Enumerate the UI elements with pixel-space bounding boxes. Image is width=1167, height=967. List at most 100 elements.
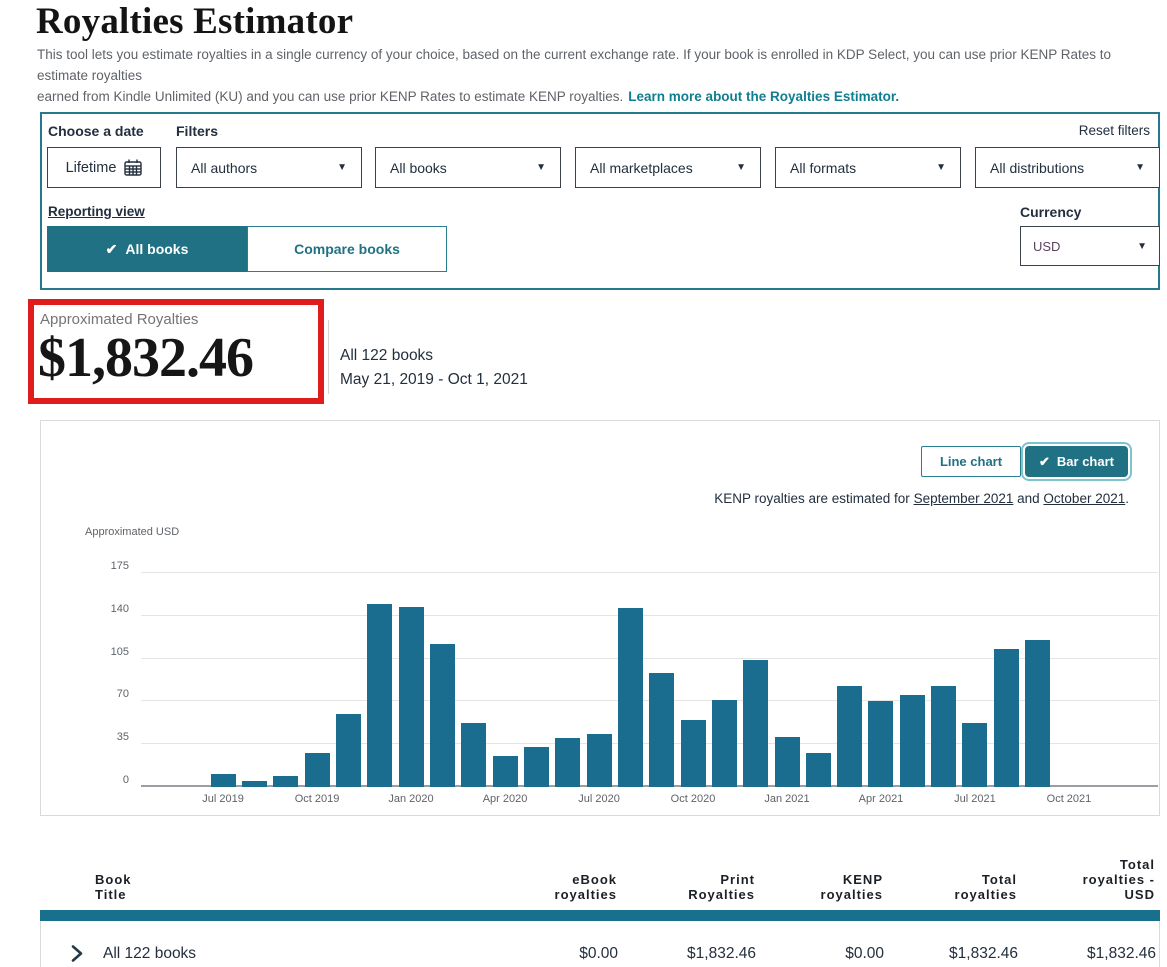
marketplaces-filter-dropdown[interactable]: All marketplaces ▼ [575, 147, 761, 188]
currency-dropdown[interactable]: USD ▼ [1020, 226, 1160, 266]
row-ebook-royalties: $0.00 [488, 945, 618, 963]
learn-more-link[interactable]: Learn more about the Royalties Estimator… [628, 89, 899, 104]
formats-filter-value: All formats [790, 160, 856, 176]
summary-divider [328, 320, 329, 394]
tab-all-books-label: All books [125, 241, 188, 257]
x-tick-label-apr-2020: Apr 2020 [465, 793, 545, 805]
chart-card: Line chart ✔ Bar chart KENP royalties ar… [40, 420, 1160, 816]
tab-compare-books[interactable]: Compare books [247, 226, 447, 272]
reporting-view-label: Reporting view [48, 204, 145, 219]
filters-label: Filters [176, 123, 218, 139]
table-row: All 122 books $0.00 $1,832.46 $0.00 $1,8… [40, 921, 1160, 967]
col-header-print-royalties: Print Royalties [625, 872, 755, 902]
bar-mar-2020 [461, 723, 486, 787]
currency-label: Currency [1020, 204, 1081, 220]
x-tick-label-oct-2021: Oct 2021 [1029, 793, 1109, 805]
approximated-royalties-amount: $1,832.46 [38, 326, 253, 390]
authors-filter-dropdown[interactable]: All authors ▼ [176, 147, 362, 188]
bar-sep-2019 [273, 776, 298, 787]
bar-sep-2020 [649, 673, 674, 787]
bar-sep-2021 [1025, 640, 1050, 787]
distributions-filter-value: All distributions [990, 160, 1084, 176]
check-icon: ✔ [106, 241, 118, 258]
bar-chart-plot [141, 421, 1158, 787]
chevron-down-icon: ▼ [1135, 162, 1145, 173]
x-tick-label-jul-2019: Jul 2019 [183, 793, 263, 805]
page-title: Royalties Estimator [36, 0, 353, 43]
chevron-down-icon: ▼ [736, 162, 746, 173]
date-range-button[interactable]: Lifetime [47, 147, 161, 188]
x-tick-label-jul-2021: Jul 2021 [935, 793, 1015, 805]
summary-date-range: May 21, 2019 - Oct 1, 2021 [340, 371, 528, 389]
bar-jul-2019 [211, 774, 236, 787]
date-range-value: Lifetime [66, 160, 117, 176]
x-tick-label-oct-2019: Oct 2019 [277, 793, 357, 805]
y-tick-label-35: 35 [85, 731, 129, 743]
bar-oct-2019 [305, 753, 330, 787]
x-tick-label-jan-2021: Jan 2021 [747, 793, 827, 805]
tab-all-books[interactable]: ✔ All books [47, 226, 247, 272]
bar-aug-2021 [994, 649, 1019, 787]
chevron-down-icon: ▼ [337, 162, 347, 173]
row-total-royalties-usd: $1,832.46 [1026, 945, 1156, 963]
distributions-filter-dropdown[interactable]: All distributions ▼ [975, 147, 1160, 188]
bar-nov-2020 [712, 700, 737, 787]
chevron-down-icon: ▼ [936, 162, 946, 173]
expand-chevron-icon[interactable] [71, 945, 83, 967]
formats-filter-dropdown[interactable]: All formats ▼ [775, 147, 961, 188]
bar-jun-2020 [555, 738, 580, 787]
x-tick-label-jul-2020: Jul 2020 [559, 793, 639, 805]
bar-nov-2019 [336, 714, 361, 787]
x-tick-label-apr-2021: Apr 2021 [841, 793, 921, 805]
books-filter-dropdown[interactable]: All books ▼ [375, 147, 561, 188]
bar-jul-2020 [587, 734, 612, 787]
col-header-ebook-royalties: eBook royalties [487, 872, 617, 902]
bar-may-2021 [900, 695, 925, 787]
royalties-estimator-page: Royalties Estimator This tool lets you e… [0, 0, 1167, 967]
bar-may-2020 [524, 747, 549, 787]
col-header-total-royalties-usd: Total royalties - USD [1025, 857, 1155, 902]
summary-book-count: All 122 books [340, 347, 433, 365]
description-text: This tool lets you estimate royalties in… [37, 47, 1111, 104]
y-tick-label-105: 105 [85, 646, 129, 658]
y-tick-label-140: 140 [85, 603, 129, 615]
bar-jun-2021 [931, 686, 956, 787]
marketplaces-filter-value: All marketplaces [590, 160, 693, 176]
col-header-book-title: Book Title [95, 872, 132, 902]
y-tick-label-175: 175 [85, 560, 129, 572]
bar-dec-2020 [743, 660, 768, 787]
gridline-140 [141, 615, 1158, 616]
tab-compare-books-label: Compare books [294, 241, 400, 257]
bar-apr-2021 [868, 701, 893, 787]
col-header-total-royalties: Total royalties [887, 872, 1017, 902]
bar-jan-2020 [399, 607, 424, 787]
col-header-kenp-royalties: KENP royalties [753, 872, 883, 902]
bar-mar-2021 [837, 686, 862, 787]
chevron-down-icon: ▼ [536, 162, 546, 173]
table-accent-bar [40, 910, 1160, 921]
row-total-royalties: $1,832.46 [888, 945, 1018, 963]
page-description: This tool lets you estimate royalties in… [37, 44, 1163, 107]
bar-oct-2020 [681, 720, 706, 787]
filter-panel: Choose a date Filters Reset filters Life… [40, 112, 1160, 290]
royalties-table-header: Book Title eBook royalties Print Royalti… [40, 843, 1160, 907]
row-kenp-royalties: $0.00 [754, 945, 884, 963]
y-tick-label-0: 0 [85, 774, 129, 786]
bar-apr-2020 [493, 756, 518, 787]
authors-filter-value: All authors [191, 160, 257, 176]
reset-filters-link[interactable]: Reset filters [1079, 123, 1150, 138]
bar-feb-2021 [806, 753, 831, 787]
bar-jan-2021 [775, 737, 800, 787]
row-print-royalties: $1,832.46 [626, 945, 756, 963]
bar-aug-2019 [242, 781, 267, 787]
books-filter-value: All books [390, 160, 447, 176]
calendar-icon [124, 159, 142, 176]
currency-value: USD [1033, 239, 1060, 254]
choose-date-label: Choose a date [48, 123, 144, 139]
bar-aug-2020 [618, 608, 643, 787]
gridline-175 [141, 572, 1158, 573]
bar-dec-2019 [367, 604, 392, 787]
x-tick-label-jan-2020: Jan 2020 [371, 793, 451, 805]
chevron-down-icon: ▼ [1137, 241, 1147, 252]
y-tick-label-70: 70 [85, 688, 129, 700]
